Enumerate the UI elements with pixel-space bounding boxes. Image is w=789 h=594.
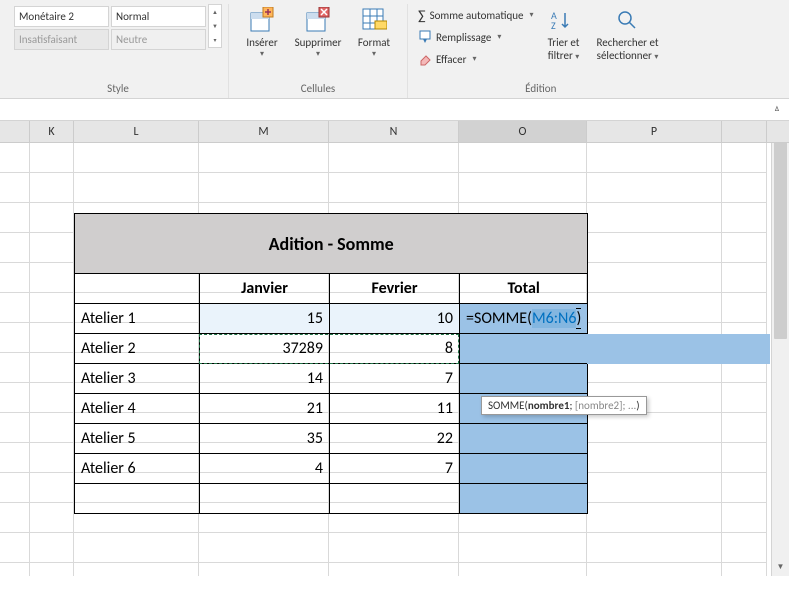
sigma-icon: ∑ <box>418 7 426 24</box>
col-header-N[interactable]: N <box>329 121 459 142</box>
table-title: Adition - Somme <box>75 214 588 274</box>
style-normal[interactable]: Normal <box>111 6 206 27</box>
eraser-icon <box>418 52 432 66</box>
delete-button[interactable]: Supprimer ▾ <box>291 4 345 70</box>
insert-cells-icon <box>248 6 276 34</box>
delete-cells-icon <box>304 6 332 34</box>
cell-N11[interactable]: 7 <box>330 454 460 484</box>
clear-button[interactable]: Effacer ▾ <box>414 48 538 70</box>
scroll-thumb[interactable] <box>774 139 787 339</box>
scroll-down-icon[interactable]: ▼ <box>772 558 789 576</box>
cell-N7[interactable]: 8 <box>330 334 460 364</box>
formula-spill <box>587 334 770 364</box>
header-fevrier[interactable]: Fevrier <box>330 274 460 304</box>
function-tooltip[interactable]: SOMME(nombre1; [nombre2]; ...) <box>481 396 647 415</box>
cell-N12[interactable] <box>330 484 460 514</box>
header-blank[interactable] <box>75 274 200 304</box>
styles-group-label: Style <box>107 82 129 98</box>
cells-group: Insérer ▾ Supprimer ▾ Format ▾ Cellules <box>229 4 408 98</box>
row-label[interactable]: Atelier 1 <box>75 304 200 334</box>
cell-M8[interactable]: 14 <box>200 364 330 394</box>
col-header-gap <box>0 121 30 142</box>
ribbon: Monétaire 2 Normal Insatisfaisant Neutre… <box>0 0 789 99</box>
cells-group-label: Cellules <box>301 82 335 98</box>
cell-M11[interactable]: 4 <box>200 454 330 484</box>
cell-M6[interactable]: 15 <box>200 304 330 334</box>
col-header-K[interactable]: K <box>30 121 74 142</box>
format-button[interactable]: Format ▾ <box>347 4 401 70</box>
style-insatisfaisant[interactable]: Insatisfaisant <box>14 29 109 50</box>
autosum-button[interactable]: ∑ Somme automatique ▾ <box>414 4 538 26</box>
cell-N6[interactable]: 10 <box>330 304 460 334</box>
format-cells-icon <box>360 6 388 34</box>
edition-group: ∑ Somme automatique ▾ Remplissage ▾ Effa… <box>408 4 674 98</box>
find-icon <box>614 6 642 34</box>
column-headers: K L M N O P <box>0 121 789 143</box>
col-header-M[interactable]: M <box>199 121 329 142</box>
collapse-ribbon-caret[interactable]: ㅿ <box>773 102 781 115</box>
data-table[interactable]: Adition - Somme Janvier Fevrier Total At… <box>74 213 588 514</box>
svg-text:Z: Z <box>551 19 556 31</box>
sort-filter-button[interactable]: AZ Trier et filtrer ▾ <box>540 4 588 70</box>
cell-M9[interactable]: 21 <box>200 394 330 424</box>
row-label[interactable] <box>75 484 200 514</box>
cell-O10[interactable] <box>460 424 588 454</box>
row-label[interactable]: Atelier 4 <box>75 394 200 424</box>
fill-button[interactable]: Remplissage ▾ <box>414 26 538 48</box>
edition-group-label: Édition <box>525 82 556 98</box>
cell-M7[interactable]: 37289 <box>200 334 330 364</box>
col-header-gap2 <box>722 121 767 142</box>
header-janvier[interactable]: Janvier <box>200 274 330 304</box>
find-select-button[interactable]: Rechercher et sélectionner ▾ <box>588 4 668 70</box>
style-monetaire2[interactable]: Monétaire 2 <box>14 6 109 27</box>
row-label[interactable]: Atelier 6 <box>75 454 200 484</box>
row-label[interactable]: Atelier 3 <box>75 364 200 394</box>
insert-button[interactable]: Insérer ▾ <box>235 4 289 70</box>
cell-N8[interactable]: 7 <box>330 364 460 394</box>
styles-expand[interactable]: ▲▼▾ <box>208 4 222 48</box>
col-header-O[interactable]: O <box>459 121 587 142</box>
header-total[interactable]: Total <box>460 274 588 304</box>
cell-M12[interactable] <box>200 484 330 514</box>
worksheet-grid: K L M N O P Adition - Somme Janvier Fevr… <box>0 121 789 576</box>
row-label[interactable]: Atelier 2 <box>75 334 200 364</box>
cell-O12[interactable] <box>460 484 588 514</box>
formula-bar-strip: ㅿ <box>0 99 789 121</box>
cell-O6-editing[interactable]: =SOMME(M6:N6) <box>460 304 588 334</box>
sort-filter-icon: AZ <box>550 6 578 34</box>
fill-down-icon <box>418 30 432 44</box>
cell-O8[interactable] <box>460 364 588 394</box>
style-neutre[interactable]: Neutre <box>111 29 206 50</box>
col-header-P[interactable]: P <box>587 121 722 142</box>
vertical-scrollbar[interactable]: ▲ ▼ <box>771 121 789 576</box>
cell-M10[interactable]: 35 <box>200 424 330 454</box>
cell-N10[interactable]: 22 <box>330 424 460 454</box>
styles-group: Monétaire 2 Normal Insatisfaisant Neutre… <box>8 4 229 98</box>
cell-O7[interactable] <box>460 334 588 364</box>
col-header-L[interactable]: L <box>74 121 199 142</box>
cell-N9[interactable]: 11 <box>330 394 460 424</box>
row-label[interactable]: Atelier 5 <box>75 424 200 454</box>
cell-O11[interactable] <box>460 454 588 484</box>
